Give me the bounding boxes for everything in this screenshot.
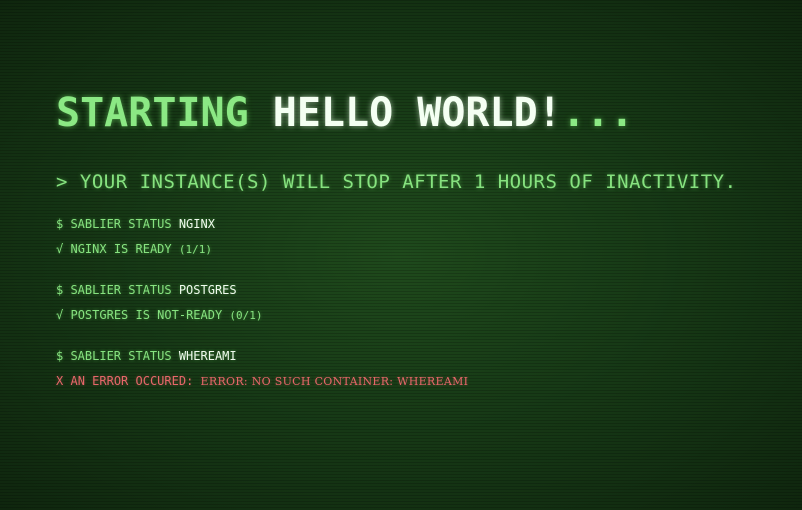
status-command: $ SABLIER STATUS POSTGRES (56, 282, 796, 298)
command-target: POSTGRES (178, 283, 237, 297)
command-target: NGINX (178, 217, 215, 231)
status-block-nginx: $ SABLIER STATUS NGINX √ NGINX IS READY … (56, 216, 796, 258)
title-suffix: ... (561, 90, 634, 136)
result-detail: (0/1) (229, 309, 263, 322)
result-detail: (1/1) (178, 243, 212, 256)
command-text: $ SABLIER STATUS (56, 217, 172, 231)
check-icon: √ (56, 308, 64, 322)
status-result: √ POSTGRES IS NOT-READY (0/1) (56, 307, 796, 324)
terminal-output: STARTING HELLO WORLD!... > YOUR INSTANCE… (56, 88, 796, 390)
status-block-whereami: $ SABLIER STATUS WHEREAMI X AN ERROR OCC… (56, 348, 796, 390)
status-command: $ SABLIER STATUS WHEREAMI (56, 348, 796, 364)
error-x-icon: X (56, 374, 64, 388)
title-prefix: STARTING (56, 90, 249, 136)
result-text: AN ERROR OCCURED: (70, 374, 194, 388)
command-target: WHEREAMI (178, 349, 237, 363)
command-text: $ SABLIER STATUS (56, 283, 172, 297)
result-text: POSTGRES IS NOT-READY (70, 308, 223, 322)
title-app-name: HELLO WORLD! (272, 90, 562, 136)
status-result: √ NGINX IS READY (1/1) (56, 241, 796, 258)
check-icon: √ (56, 242, 64, 256)
inactivity-notice: > YOUR INSTANCE(S) WILL STOP AFTER 1 HOU… (56, 171, 737, 193)
status-block-postgres: $ SABLIER STATUS POSTGRES √ POSTGRES IS … (56, 282, 796, 324)
command-text: $ SABLIER STATUS (56, 349, 172, 363)
result-detail: ERROR: NO SUCH CONTAINER: WHEREAMI (200, 375, 469, 388)
result-text: NGINX IS READY (70, 242, 172, 256)
page-title: STARTING HELLO WORLD!... (56, 88, 796, 138)
status-command: $ SABLIER STATUS NGINX (56, 216, 796, 232)
status-result-error: X AN ERROR OCCURED: ERROR: NO SUCH CONTA… (56, 373, 796, 390)
